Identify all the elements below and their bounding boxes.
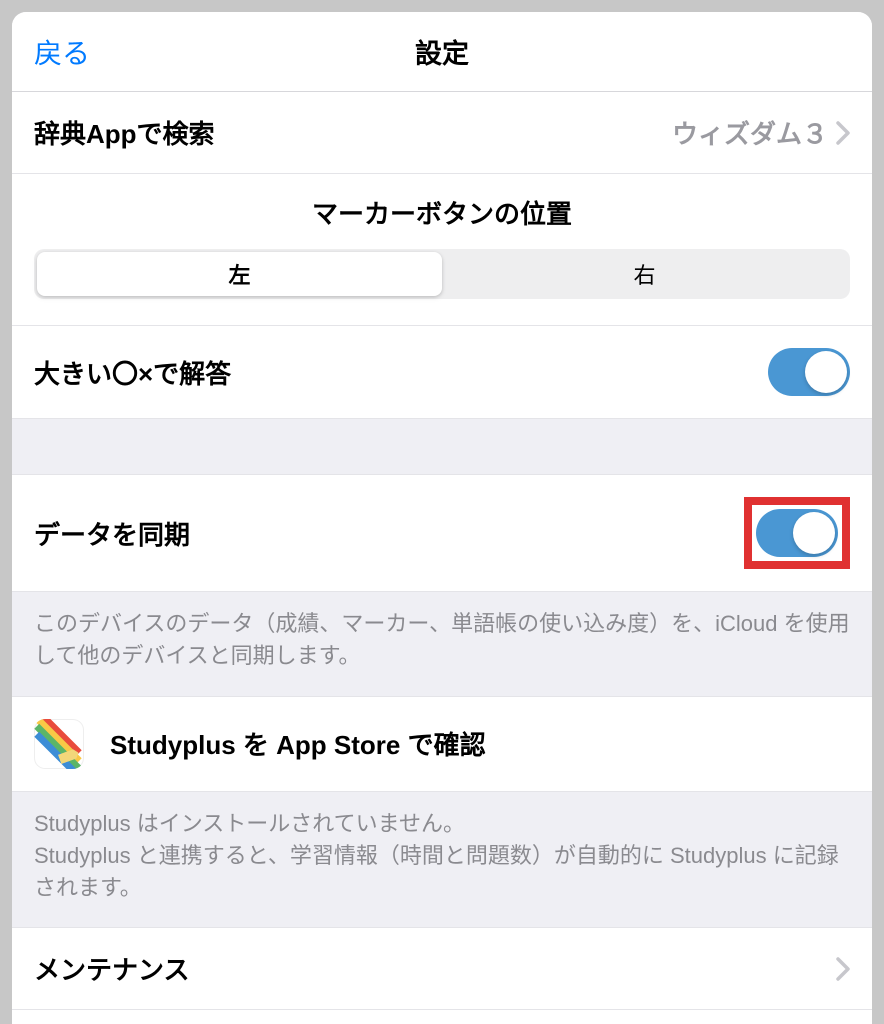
sync-data-note: このデバイスのデータ（成績、マーカー、単語帳の使い込み度）を、iCloud を使… [12,592,872,696]
dictionary-value: ウィズダム３ [672,114,828,151]
sync-toggle-highlight [744,497,850,569]
segment-right[interactable]: 右 [442,252,847,296]
maintenance-row[interactable]: メンテナンス [12,927,872,1010]
chevron-right-icon [836,121,850,145]
studyplus-label: Studyplus を App Store で確認 [110,725,486,762]
back-button[interactable]: 戻る [34,32,90,72]
marker-position-section: マーカーボタンの位置 左 右 [12,174,872,326]
marker-position-segmented: 左 右 [34,249,850,299]
toggle-knob [793,512,835,554]
page-title: 設定 [415,32,469,71]
navbar: 戻る 設定 [12,12,872,92]
dictionary-label: 辞典Appで検索 [34,114,215,151]
studyplus-icon [34,719,84,769]
studyplus-row[interactable]: Studyplus を App Store で確認 [12,696,872,792]
big-answer-label: 大きい〇×で解答 [34,354,231,391]
segment-left[interactable]: 左 [37,252,442,296]
settings-sheet: 戻る 設定 辞典Appで検索 ウィズダム３ マーカーボタンの位置 左 右 大きい… [12,12,872,1024]
marker-position-title: マーカーボタンの位置 [34,194,850,231]
toggle-knob [805,351,847,393]
dictionary-search-row[interactable]: 辞典Appで検索 ウィズダム３ [12,92,872,174]
sync-data-toggle[interactable] [756,509,838,557]
big-answer-toggle[interactable] [768,348,850,396]
erase-data-row[interactable]: データの消去 [12,1010,872,1024]
maintenance-label: メンテナンス [34,950,189,987]
sync-data-label: データを同期 [34,515,190,552]
studyplus-note: Studyplus はインストールされていません。 Studyplus と連携す… [12,792,872,928]
chevron-right-icon [836,957,850,981]
content-scroll[interactable]: 辞典Appで検索 ウィズダム３ マーカーボタンの位置 左 右 大きい〇×で解答 [12,92,872,1024]
big-answer-row: 大きい〇×で解答 [12,326,872,419]
sync-data-row: データを同期 [12,474,872,592]
